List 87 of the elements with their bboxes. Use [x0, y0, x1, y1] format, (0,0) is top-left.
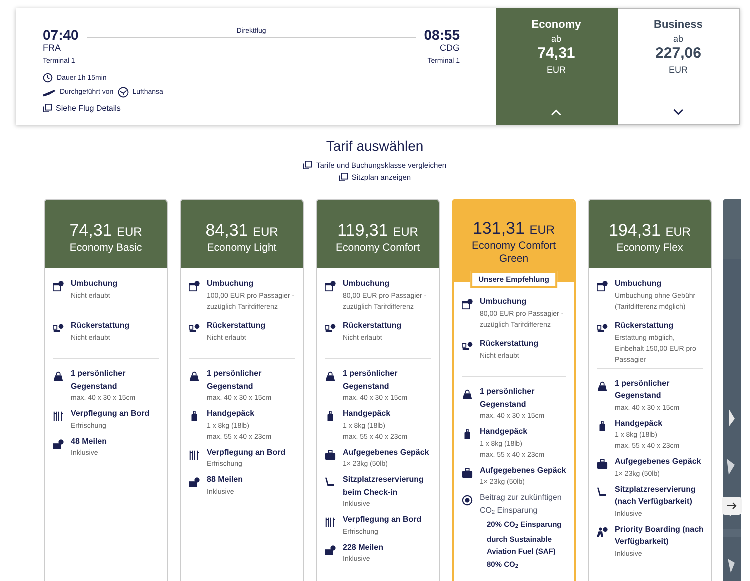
airport-code: CDG [440, 43, 460, 54]
open-window-icon [338, 173, 348, 182]
fare-name: Economy Flex [616, 242, 684, 255]
feature-title: Umbuchung [207, 278, 255, 290]
feature-title: 1 persönlicher Gegenstand [207, 368, 263, 393]
fare-price: 84,31 EUR [206, 221, 278, 242]
plane-icon [43, 88, 56, 96]
feature-title: 48 Meilen [71, 436, 108, 448]
fare-name: Economy Basic [70, 242, 142, 255]
cabin-tab[interactable]: Economy ab 74,31 EUR [496, 8, 618, 125]
feature-title: 1 persönlicher Gegenstand [480, 386, 536, 411]
arrow-right-icon [726, 502, 738, 510]
feature-title: Rückerstattung [71, 320, 130, 332]
suitcase-icon [597, 459, 608, 470]
section-title: Tarif auswählen [326, 138, 424, 154]
handbag-icon [53, 371, 64, 382]
feature-title: Aufgegebenes Gepäck [480, 464, 566, 477]
feature-title: Rückerstattung [207, 320, 266, 332]
open-window-icon [303, 161, 312, 170]
seat-icon [597, 486, 608, 498]
feature-title: Umbuchung [71, 278, 118, 290]
handbag-icon [189, 371, 200, 382]
chevron-down-icon [673, 109, 684, 116]
cutlery-icon [325, 517, 336, 528]
scroll-right-button[interactable] [722, 497, 742, 515]
person-badge-icon [597, 526, 608, 538]
cutlery-icon [53, 411, 64, 422]
feature-title: 228 Meilen [343, 542, 384, 554]
fare-price: 74,31 EUR [70, 221, 142, 242]
card-badge-icon [53, 438, 64, 450]
feature-title: Verpflegung an Bord [343, 514, 422, 526]
calendar-icon [53, 281, 64, 292]
feature-title: Umbuchung [343, 278, 391, 290]
departure-time: 07:40 [43, 28, 79, 43]
fare-name: Economy Comfort [336, 242, 420, 255]
calendar-icon [597, 281, 608, 292]
cutlery-icon [189, 450, 200, 460]
feature-title: Handgepäck [343, 408, 392, 420]
suitcase-icon [462, 468, 473, 478]
fare-price: 131,31 EUR [472, 219, 556, 240]
fare-name: Economy Light [207, 242, 277, 255]
arrival-time: 08:55 [424, 28, 460, 43]
feature-title: Rückerstattung [480, 338, 539, 350]
airport-code: FRA [43, 43, 62, 54]
calendar-icon [462, 299, 473, 310]
feature-title: Umbuchung [480, 296, 528, 308]
feature-title: Sitzplatzreservierung (nach Verfügbarkeit) [615, 484, 697, 508]
clock-icon [43, 73, 53, 83]
card-badge-icon [189, 477, 200, 488]
feature-title: 1 persönlicher Gegenstand [71, 368, 127, 393]
cabin-tab[interactable]: Business ab 227,06 EUR [618, 8, 740, 125]
card-badge-icon [325, 544, 336, 556]
seat-icon [325, 477, 336, 488]
feature-title: Handgepäck [480, 426, 529, 438]
globe-icon [462, 495, 473, 506]
fare-price: 194,31 EUR [608, 221, 692, 242]
feature-title: 1 persönlicher Gegenstand [343, 368, 399, 393]
feature-title: Sitzplatzreservierung beim Check-in [343, 474, 425, 498]
feature-title: Umbuchung [615, 278, 663, 290]
feature-title: Aufgegebenes Gepäck [615, 456, 702, 468]
calendar-icon [325, 281, 336, 292]
contribution-text: Beitrag zur zukünftigen CO$_{2}$ Einsparung [480, 492, 563, 518]
airline-logo-icon [118, 87, 129, 98]
handbag-icon [325, 371, 336, 382]
feature-title: 88 Meilen [207, 474, 244, 486]
fare-price: 119,31 EUR [338, 221, 418, 242]
trolley-icon [462, 429, 473, 440]
handbag-icon [462, 389, 473, 400]
trolley-icon [597, 420, 608, 432]
trolley-icon [189, 411, 200, 422]
calendar-icon [189, 281, 200, 292]
feature-title: Verpflegung an Bord [71, 408, 150, 420]
chevron-up-icon [551, 109, 562, 116]
feature-title: Verpflegung an Bord [207, 446, 286, 459]
handbag-icon [597, 380, 608, 392]
feature-title: 1 persönlicher Gegenstand [615, 378, 671, 402]
trolley-icon [325, 411, 336, 422]
feature-title: Aufgegebenes Gepäck [343, 446, 430, 459]
feature-title: Rückerstattung [343, 320, 402, 332]
feature-title: Rückerstattung [615, 320, 675, 332]
open-window-icon [43, 104, 52, 113]
feature-title: Handgepäck [615, 418, 664, 430]
flight-details-link[interactable]: Siehe Flug Details [43, 104, 460, 113]
feature-title: Handgepäck [207, 408, 256, 420]
feature-title: Priority Boarding (nach Verfügbarkeit) [615, 524, 705, 548]
fare-name: Economy Comfort Green [470, 240, 558, 266]
suitcase-icon [325, 450, 336, 460]
